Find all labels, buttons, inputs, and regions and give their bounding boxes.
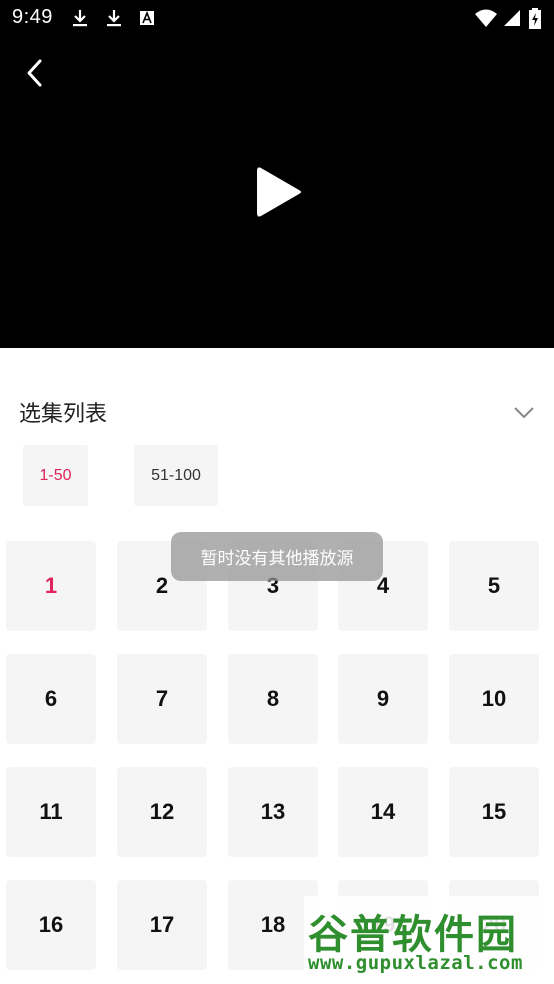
chevron-down-icon[interactable] [512,400,536,424]
range-tab-1-50[interactable]: 1-50 [23,445,88,506]
play-button[interactable] [245,162,309,226]
episode-button-15[interactable]: 15 [449,767,539,857]
episode-button-12[interactable]: 12 [117,767,207,857]
battery-charging-icon [528,8,542,29]
status-bar: 9:49 [0,0,554,36]
episode-button-10[interactable]: 10 [449,654,539,744]
download-icon [104,8,124,28]
episode-button-17[interactable]: 17 [117,880,207,970]
episode-button-1[interactable]: 1 [6,541,96,631]
episode-button-6[interactable]: 6 [6,654,96,744]
a-badge-icon [138,8,158,28]
episode-button-9[interactable]: 9 [338,654,428,744]
episode-button-14[interactable]: 14 [338,767,428,857]
play-icon [251,163,303,225]
chevron-left-icon [23,58,47,92]
episode-button-5[interactable]: 5 [449,541,539,631]
episode-button-16[interactable]: 16 [6,880,96,970]
watermark: 谷普软件园 www.gupuxlazal.com [304,896,552,980]
episode-list-title: 选集列表 [19,402,108,427]
status-time: 9:49 [12,6,53,28]
episode-list-header: 选集列表 [0,378,554,444]
back-button[interactable] [14,54,56,96]
signal-icon [502,8,522,28]
download-icon [70,8,90,28]
episode-button-7[interactable]: 7 [117,654,207,744]
episode-button-11[interactable]: 11 [6,767,96,857]
watermark-url: www.gupuxlazal.com [308,952,523,974]
range-tab-51-100[interactable]: 51-100 [134,445,218,506]
video-player[interactable]: 9:49 [0,0,554,348]
episode-button-13[interactable]: 13 [228,767,318,857]
wifi-icon [474,8,498,28]
toast-message: 暂时没有其他播放源 [171,532,383,581]
episode-button-8[interactable]: 8 [228,654,318,744]
